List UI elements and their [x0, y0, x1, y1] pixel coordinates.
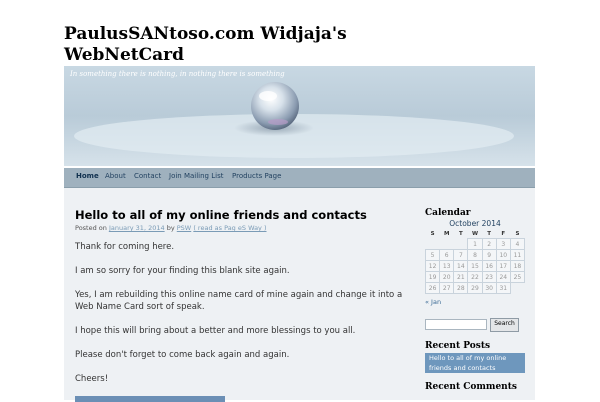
main-navigation: Home About Contact Join Mailing List Pro…: [64, 168, 535, 188]
weekday-header: T: [458, 230, 463, 237]
post-meta: Posted on January 31, 2014 by PSW ( read…: [75, 224, 267, 232]
calendar-empty-cell: [440, 239, 454, 250]
calendar-day: 10: [495, 249, 511, 261]
calendar-day: 27: [439, 282, 455, 294]
recent-posts-title: Recent Posts: [425, 341, 491, 351]
by-label: by: [166, 224, 175, 232]
post-date-link[interactable]: January 31, 2014: [109, 224, 165, 232]
calendar-day: 21: [453, 271, 469, 283]
calendar-day: 30: [481, 282, 497, 294]
read-more-bar[interactable]: [75, 396, 225, 402]
calendar-day: 2: [481, 238, 497, 250]
calendar-day: 7: [453, 249, 469, 261]
post-paragraph: Please don't forget to come back again a…: [75, 350, 290, 360]
calendar-day: 13: [439, 260, 455, 272]
recent-posts-list: Hello to all of my online friends and co…: [425, 353, 525, 373]
calendar-day: 12: [424, 260, 441, 272]
calendar-week-row: 1234: [426, 238, 526, 250]
calendar-day: 15: [467, 260, 483, 272]
header-image: In something there is nothing, in nothin…: [64, 66, 535, 166]
water-droplet-image: [64, 66, 535, 166]
site-tagline: In something there is nothing, in nothin…: [70, 70, 285, 78]
calendar-day: 28: [453, 282, 469, 294]
calendar-widget: October 2014 S M T W T F S 1 2 3 4 5 6 7 8 9 10 11…: [424, 218, 526, 294]
nav-item-products-page[interactable]: Products Page: [232, 172, 281, 180]
calendar-caption: October 2014: [449, 219, 501, 228]
calendar-day: 3: [495, 238, 511, 250]
weekday-header: F: [501, 230, 506, 237]
calendar-day: 23: [481, 271, 497, 283]
posted-on-label: Posted on: [75, 224, 107, 232]
calendar-day: 4: [509, 238, 526, 250]
calendar-week-row: 12 13 14 15 16 17 18: [424, 260, 526, 272]
calendar-empty-cell: [454, 239, 468, 250]
site-title[interactable]: PaulusSANtoso.com Widjaja's WebNetCard: [64, 24, 364, 66]
weekday-header: S: [430, 230, 435, 237]
post-paragraph: Cheers!: [75, 374, 109, 384]
post-paragraph: I am so sorry for your finding this blan…: [75, 266, 290, 276]
post-author-link[interactable]: PSW: [177, 224, 191, 232]
calendar-day: 31: [495, 282, 511, 294]
calendar-day: 1: [467, 238, 483, 250]
calendar-day: 9: [481, 249, 497, 261]
calendar-day: 14: [453, 260, 469, 272]
calendar-day: 25: [509, 271, 526, 283]
weekday-header: T: [487, 230, 492, 237]
calendar-day: 16: [481, 260, 497, 272]
calendar-title: Calendar: [425, 208, 471, 218]
calendar-day: 11: [509, 249, 526, 261]
nav-item-contact[interactable]: Contact: [134, 172, 161, 180]
weekday-header: W: [471, 230, 479, 237]
nav-item-home[interactable]: Home: [76, 172, 99, 180]
post-paragraph: Thank for coming here.: [75, 242, 175, 252]
calendar-week-row: 26 27 28 29 30 31: [424, 282, 525, 294]
weekday-header: S: [515, 230, 520, 237]
calendar-day: 6: [439, 249, 455, 261]
calendar-day: 24: [495, 271, 511, 283]
search-button[interactable]: Search: [490, 318, 519, 332]
calendar-day: 19: [424, 271, 441, 283]
calendar-grid: S M T W T F S 1 2 3 4 5 6 7 8 9 10 11 12 13 14 15 16 17 1…: [424, 229, 526, 294]
calendar-week-row: 5 6 7 8 9 10 11: [424, 249, 526, 261]
calendar-day: 17: [495, 260, 511, 272]
recent-comments-title: Recent Comments: [425, 382, 517, 392]
calendar-day: 5: [424, 249, 441, 261]
weekday-header: M: [443, 230, 450, 237]
calendar-day: 8: [467, 249, 483, 261]
calendar-empty-cell: [426, 239, 440, 250]
calendar-empty-cell: [510, 283, 524, 294]
calendar-day: 22: [467, 271, 483, 283]
nav-item-join-mailing-list[interactable]: Join Mailing List: [169, 172, 223, 180]
post-paragraph: Yes, I am rebuilding this online name ca…: [75, 290, 403, 312]
calendar-week-row: 19 20 21 22 23 24 25: [424, 271, 526, 283]
post-title[interactable]: Hello to all of my online friends and co…: [75, 208, 367, 222]
post-paragraph: I hope this will bring about a better an…: [75, 326, 356, 336]
calendar-day: 29: [467, 282, 483, 294]
read-as-link[interactable]: ( read as Pag eS Way ): [193, 224, 266, 232]
recent-post-link[interactable]: Hello to all of my online friends and co…: [429, 354, 523, 373]
calendar-day: 26: [424, 282, 441, 294]
calendar-day: 18: [509, 260, 526, 272]
search-input[interactable]: [425, 319, 487, 330]
calendar-day: 20: [439, 271, 455, 283]
nav-item-about[interactable]: About: [105, 172, 126, 180]
calendar-prev-month-link[interactable]: « Jan: [425, 298, 441, 306]
